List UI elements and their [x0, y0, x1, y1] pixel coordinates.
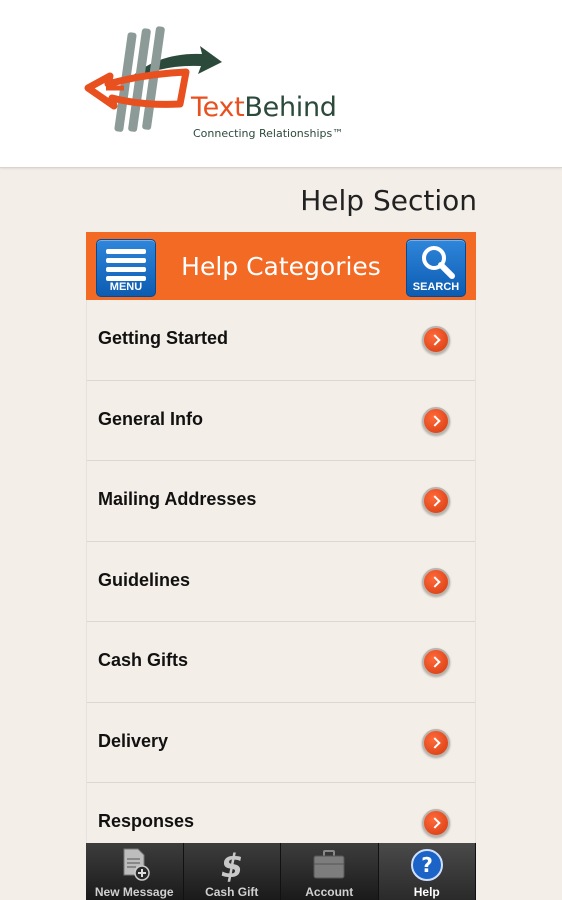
help-item-label: Getting Started: [98, 328, 229, 348]
tab-label: New Message: [94, 885, 174, 899]
page-title: Help Section: [300, 184, 477, 217]
help-item-general-info[interactable]: General Info: [87, 381, 475, 461]
search-button-label: SEARCH: [412, 281, 460, 293]
search-button[interactable]: SEARCH: [406, 239, 466, 297]
help-item-mailing-addresses[interactable]: Mailing Addresses: [87, 461, 475, 542]
help-item-responses[interactable]: Responses: [87, 783, 475, 843]
help-item-label: Guidelines: [98, 569, 191, 590]
tab-new-message[interactable]: New Message: [86, 843, 184, 900]
brand-name: TextBehind: [191, 92, 337, 123]
bottom-tab-bar: New Message $ Cash Gift Account ? Help: [86, 843, 476, 900]
briefcase-icon: [313, 850, 345, 879]
brand-name-behind: Behind: [244, 92, 337, 123]
chevron-right-icon[interactable]: [422, 326, 450, 354]
app-header: TextBehind Connecting Relationships™: [0, 0, 562, 168]
tab-cash-gift[interactable]: $ Cash Gift: [184, 843, 281, 900]
chevron-right-icon[interactable]: [422, 728, 450, 757]
cash-gift-icon: $: [221, 847, 243, 883]
svg-text:?: ?: [421, 853, 433, 877]
menu-button-label: MENU: [109, 281, 143, 293]
tab-label: Help: [413, 885, 440, 899]
help-item-delivery[interactable]: Delivery: [87, 703, 475, 783]
svg-text:$: $: [221, 847, 243, 883]
help-item-getting-started[interactable]: Getting Started: [87, 300, 475, 381]
chevron-right-icon[interactable]: [422, 487, 450, 515]
help-item-label: General Info: [98, 408, 204, 429]
help-item-cash-gifts[interactable]: Cash Gifts: [87, 622, 475, 703]
chevron-right-icon[interactable]: [422, 648, 450, 676]
search-icon: [422, 246, 455, 279]
help-item-label: Responses: [98, 811, 195, 831]
tab-label: Cash Gift: [205, 885, 259, 899]
chevron-right-icon[interactable]: [422, 809, 450, 837]
help-categories-bar: MENU Help Categories SEARCH: [86, 232, 476, 300]
help-item-label: Cash Gifts: [98, 650, 189, 670]
help-item-guidelines[interactable]: Guidelines: [87, 542, 475, 622]
tab-account[interactable]: Account: [281, 843, 379, 900]
help-categories-list: Getting Started General Info Mailing Add…: [86, 300, 476, 843]
help-icon: ?: [410, 849, 443, 881]
new-message-icon: [123, 848, 150, 881]
brand-tagline: Connecting Relationships™: [193, 127, 344, 140]
brand-name-text: Text: [191, 92, 245, 123]
chevron-right-icon[interactable]: [422, 567, 450, 596]
tab-label: Account: [305, 885, 354, 899]
help-item-label: Delivery: [98, 730, 169, 751]
chevron-right-icon[interactable]: [422, 406, 450, 435]
tab-help[interactable]: ? Help: [378, 843, 476, 900]
help-item-label: Mailing Addresses: [98, 489, 257, 509]
